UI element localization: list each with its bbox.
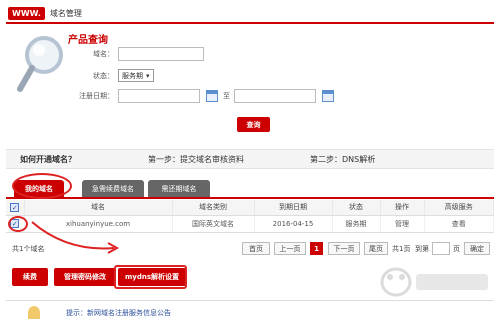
prev-page-button[interactable]: 上一页 xyxy=(274,242,306,255)
confirm-button[interactable]: 确定 xyxy=(464,242,490,255)
page-title: 域名管理 xyxy=(49,9,82,18)
change-password-button[interactable]: 管理密码修改 xyxy=(54,268,116,286)
domain-tabs: 我的域名 急需续费域名 需还期域名 xyxy=(6,176,494,199)
end-date-input[interactable] xyxy=(234,89,316,103)
col-type: 域名类别 xyxy=(172,200,255,216)
select-all-checkbox[interactable]: ✓ xyxy=(10,202,20,212)
status-row: 状态： 服务期 ▾ xyxy=(64,69,154,82)
step-two: 第二步：DNS解析 xyxy=(310,154,376,164)
notice-text[interactable]: 提示：新网域名注册服务信息公告 xyxy=(66,308,171,318)
select-all-header: ✓ xyxy=(6,200,25,216)
pagination: 共1个域名 首页 上一页 1 下一页 尾页 共1页 到第 页 确定 xyxy=(6,240,494,258)
date-to-label: 至 xyxy=(223,92,230,100)
reg-date-label: 注册日期： xyxy=(79,92,114,100)
col-domain: 域名 xyxy=(24,200,173,216)
table-header-row: ✓ 域名 域名类别 到期日期 状态 操作 高级服务 xyxy=(6,200,494,216)
status-cell: 服务期 xyxy=(332,215,381,233)
calendar-icon[interactable] xyxy=(206,90,218,102)
last-page-button[interactable]: 尾页 xyxy=(364,242,388,255)
total-count: 共1个域名 xyxy=(12,245,45,253)
view-link[interactable]: 查看 xyxy=(424,215,494,233)
steps-bar: 如何开通域名？ 第一步：提交域名审核资料 第二步：DNS解析 xyxy=(6,149,494,169)
status-select-value: 服务期 xyxy=(122,71,143,80)
col-operation: 操作 xyxy=(380,200,425,216)
chevron-down-icon: ▾ xyxy=(146,71,150,80)
status-label: 状态： xyxy=(93,71,114,80)
page-suffix: 页 xyxy=(453,245,460,253)
type-cell: 国际英文域名 xyxy=(172,215,255,233)
www-badge: WWW. xyxy=(8,7,45,20)
manage-link[interactable]: 管理 xyxy=(380,215,425,233)
page-count: 共1页 xyxy=(392,245,411,253)
annotation-circle-checkbox xyxy=(8,216,28,232)
renew-button[interactable]: 续费 xyxy=(12,268,48,286)
annotation-box-mydns xyxy=(114,265,187,289)
goto-page-input[interactable] xyxy=(432,242,450,255)
step-one: 第一步：提交域名审核资料 xyxy=(148,154,244,164)
query-title: 产品查询 xyxy=(68,35,108,46)
product-query-panel: 产品查询 域名： 状态： 服务期 ▾ 注册日期： 至 查询 xyxy=(6,25,494,141)
how-to-question: 如何开通域名？ xyxy=(20,154,76,164)
goto-label: 到第 xyxy=(415,245,429,253)
expiry-cell: 2016-04-15 xyxy=(254,215,333,233)
reg-date-row: 注册日期： 至 xyxy=(48,89,334,103)
watermark-logo xyxy=(380,267,488,297)
col-expiry: 到期日期 xyxy=(254,200,333,216)
domain-input[interactable] xyxy=(118,47,204,61)
tab-redemption[interactable]: 需还期域名 xyxy=(148,180,210,197)
annotation-circle-tab xyxy=(12,173,72,199)
status-select[interactable]: 服务期 ▾ xyxy=(118,69,154,82)
calendar-icon[interactable] xyxy=(322,90,334,102)
query-button[interactable]: 查询 xyxy=(237,117,270,132)
tab-urgent-renewal[interactable]: 急需续费域名 xyxy=(82,180,144,197)
current-page[interactable]: 1 xyxy=(310,242,323,255)
first-page-button[interactable]: 首页 xyxy=(242,242,270,255)
domain-row: 域名： xyxy=(64,47,204,61)
start-date-input[interactable] xyxy=(118,89,200,103)
next-page-button[interactable]: 下一页 xyxy=(328,242,360,255)
domain-label: 域名： xyxy=(93,50,114,58)
lightbulb-icon xyxy=(28,306,40,319)
col-status: 状态 xyxy=(332,200,381,216)
col-advanced: 高级服务 xyxy=(424,200,494,216)
page-header: WWW. 域名管理 xyxy=(6,5,494,24)
